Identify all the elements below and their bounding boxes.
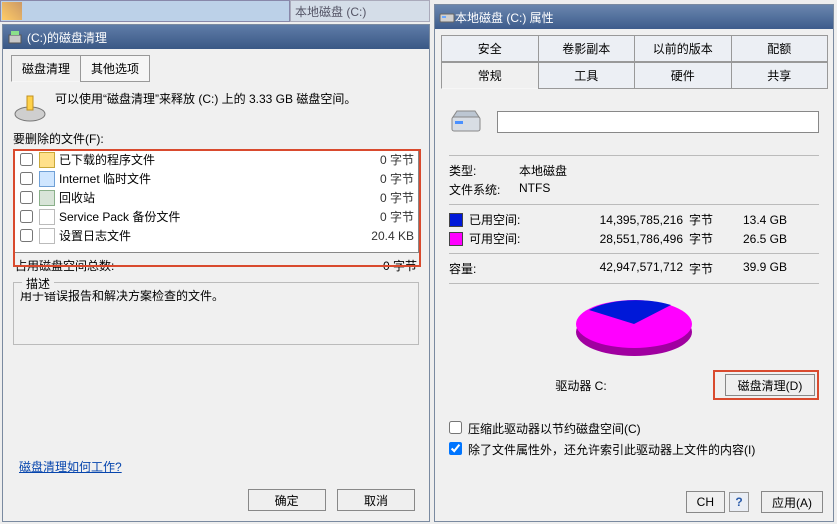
cancel-button[interactable]: 取消 [337,489,415,511]
background-window-2: 本地磁盘 (C:) [290,0,430,22]
fs-value: NTFS [519,181,550,198]
props-titlebar[interactable]: 本地磁盘 (C:) 属性 [435,5,833,29]
used-swatch [449,213,463,227]
drive-large-icon [449,105,483,139]
type-label: 类型: [449,162,519,179]
tab-quota[interactable]: 配额 [731,35,829,62]
tab-tools[interactable]: 工具 [538,62,636,89]
free-space-row: 可用空间: 28,551,786,496 字节 26.5 GB [449,230,819,247]
ok-button[interactable]: 确定 [248,489,326,511]
description-group: 描述 用于错误报告和解决方案检查的文件。 [13,282,419,345]
checkbox-index-drive[interactable] [449,442,462,455]
free-swatch [449,232,463,246]
compress-label: 压缩此驱动器以节约磁盘空间(C) [468,420,641,437]
tab-hardware[interactable]: 硬件 [634,62,732,89]
apply-button[interactable]: 应用(A) [761,491,823,513]
cleanup-button-row: 确定 取消 [240,489,415,511]
props-title: 本地磁盘 (C:) 属性 [455,9,554,26]
drive-properties-window: 本地磁盘 (C:) 属性 安全 卷影副本 以前的版本 配额 常规 工具 硬件 共… [434,4,834,522]
tab-sharing[interactable]: 共享 [731,62,829,89]
files-to-delete-label: 要删除的文件(F): [13,130,419,147]
help-icon[interactable]: ? [729,492,749,512]
checkbox-compress-drive[interactable] [449,421,462,434]
fs-label: 文件系统: [449,181,519,198]
disk-cleanup-button[interactable]: 磁盘清理(D) [725,374,815,396]
background-window-1 [0,0,290,22]
volume-label-input[interactable] [497,111,819,133]
cleanup-tabstrip: 磁盘清理 其他选项 [3,49,429,82]
index-label: 除了文件属性外，还允许索引此驱动器上文件的内容(I) [468,441,755,458]
cleanup-panel: 可以使用“磁盘清理”来释放 (C:) 上的 3.33 GB 磁盘空间。 要删除的… [3,82,429,355]
capacity-row: 容量: 42,947,571,712 字节 39.9 GB [449,260,819,277]
props-tabstrip-row2: 常规 工具 硬件 共享 [435,62,833,89]
picture-icon [2,2,22,20]
props-footer: CH ? 应用(A) [678,491,823,513]
tab-general[interactable]: 常规 [441,62,539,89]
props-body: 类型:本地磁盘 文件系统:NTFS 已用空间: 14,395,785,216 字… [435,89,833,466]
drive-icon [439,9,455,25]
type-value: 本地磁盘 [519,162,567,179]
highlight-filelist [13,149,421,267]
description-text: 用于错误报告和解决方案检查的文件。 [20,287,412,304]
disk-cleanup-window: (C:)的磁盘清理 磁盘清理 其他选项 可以使用“磁盘清理”来释放 (C:) 上… [2,24,430,522]
drive-cleanup-icon [13,90,47,124]
how-does-disk-cleanup-work-link[interactable]: 磁盘清理如何工作? [19,458,122,475]
cleanup-titlebar[interactable]: (C:)的磁盘清理 [3,25,429,49]
cleanup-intro-text: 可以使用“磁盘清理”来释放 (C:) 上的 3.33 GB 磁盘空间。 [55,90,356,107]
highlight-cleanup-button: 磁盘清理(D) [713,370,819,400]
tab-shadow-copies[interactable]: 卷影副本 [538,35,636,62]
used-space-row: 已用空间: 14,395,785,216 字节 13.4 GB [449,211,819,228]
tab-previous-versions[interactable]: 以前的版本 [634,35,732,62]
usage-pie-chart [449,290,819,364]
disk-cleanup-icon [7,29,23,45]
bg-tab-label: 本地磁盘 (C:) [295,5,366,19]
cleanup-title: (C:)的磁盘清理 [27,29,107,46]
drive-caption: 驱动器 C: [449,377,713,394]
tab-disk-cleanup[interactable]: 磁盘清理 [11,55,81,82]
tab-security[interactable]: 安全 [441,35,539,62]
ime-button[interactable]: CH [686,491,725,513]
tab-other-options[interactable]: 其他选项 [80,55,150,82]
description-legend: 描述 [22,275,54,292]
props-tabstrip-row1: 安全 卷影副本 以前的版本 配额 [435,29,833,62]
